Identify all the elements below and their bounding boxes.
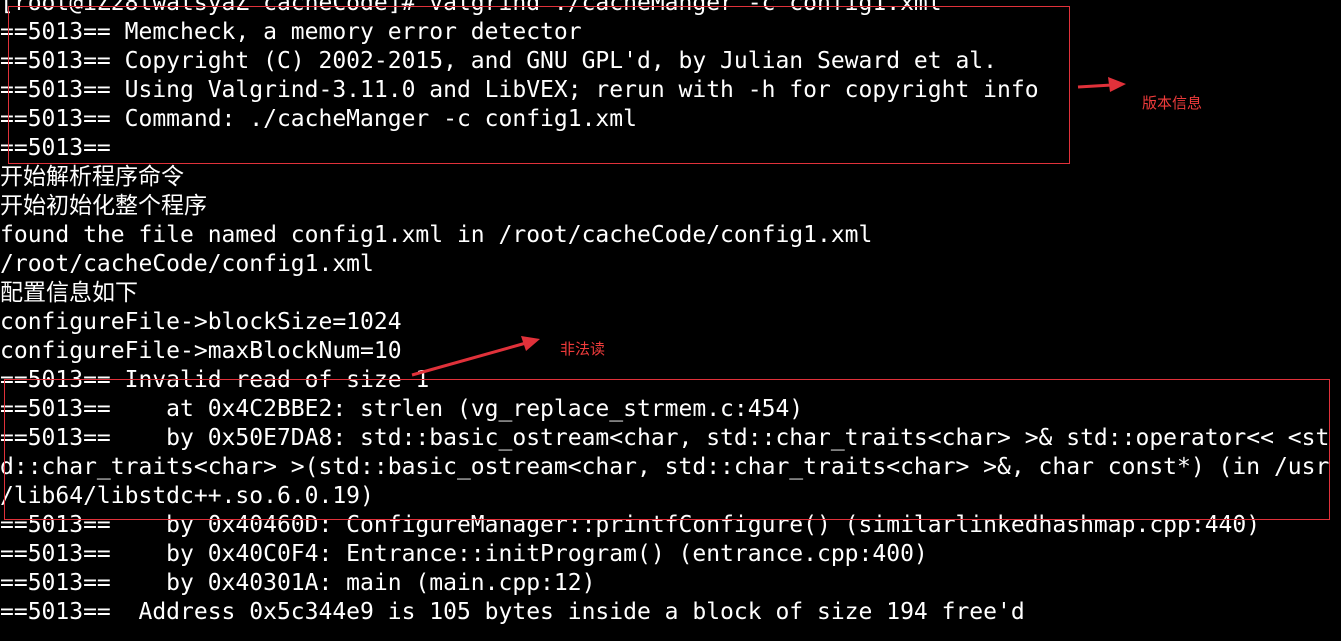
invalid-read-label: 非法读 [560,340,606,358]
invalid-read-arrow-icon [411,336,540,377]
